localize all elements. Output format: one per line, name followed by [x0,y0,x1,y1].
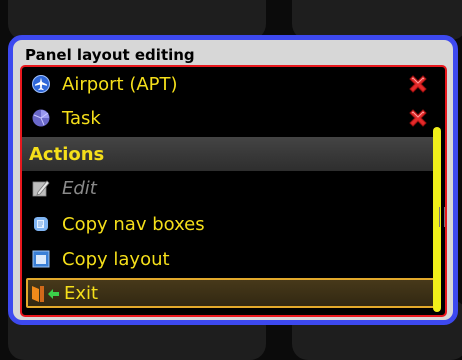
action-exit[interactable]: Exit [26,278,438,308]
panel-layout-dialog: Panel layout editing Airport (APT) Task [8,35,458,325]
airport-icon [32,75,50,93]
scrollbar-grip[interactable] [439,207,445,227]
action-copy-nav-boxes[interactable]: Copy nav boxes [22,207,435,241]
airport-label: Airport (APT) [62,73,178,95]
copy-nav-boxes-label: Copy nav boxes [62,213,205,235]
copy-icon [34,217,48,231]
exit-icon [32,286,59,302]
background-tile [8,0,266,40]
task-icon [32,109,50,127]
actions-section-header: Actions [22,137,435,171]
edit-label: Edit [62,177,97,199]
options-list: Airport (APT) Task Actions Edit Copy nav… [20,65,447,317]
copy-layout-label: Copy layout [62,248,170,270]
delete-icon[interactable] [407,107,429,129]
exit-label: Exit [64,282,99,304]
delete-icon[interactable] [407,73,429,95]
background-tile [292,0,462,40]
list-item-airport[interactable]: Airport (APT) [22,67,435,101]
list-item-task[interactable]: Task [22,101,435,135]
actions-heading: Actions [29,143,105,165]
task-label: Task [62,107,101,129]
layout-icon [32,250,50,268]
dialog-title: Panel layout editing [25,46,195,64]
action-copy-layout[interactable]: Copy layout [22,242,435,276]
pencil-icon [32,180,50,197]
action-edit[interactable]: Edit [22,171,435,205]
